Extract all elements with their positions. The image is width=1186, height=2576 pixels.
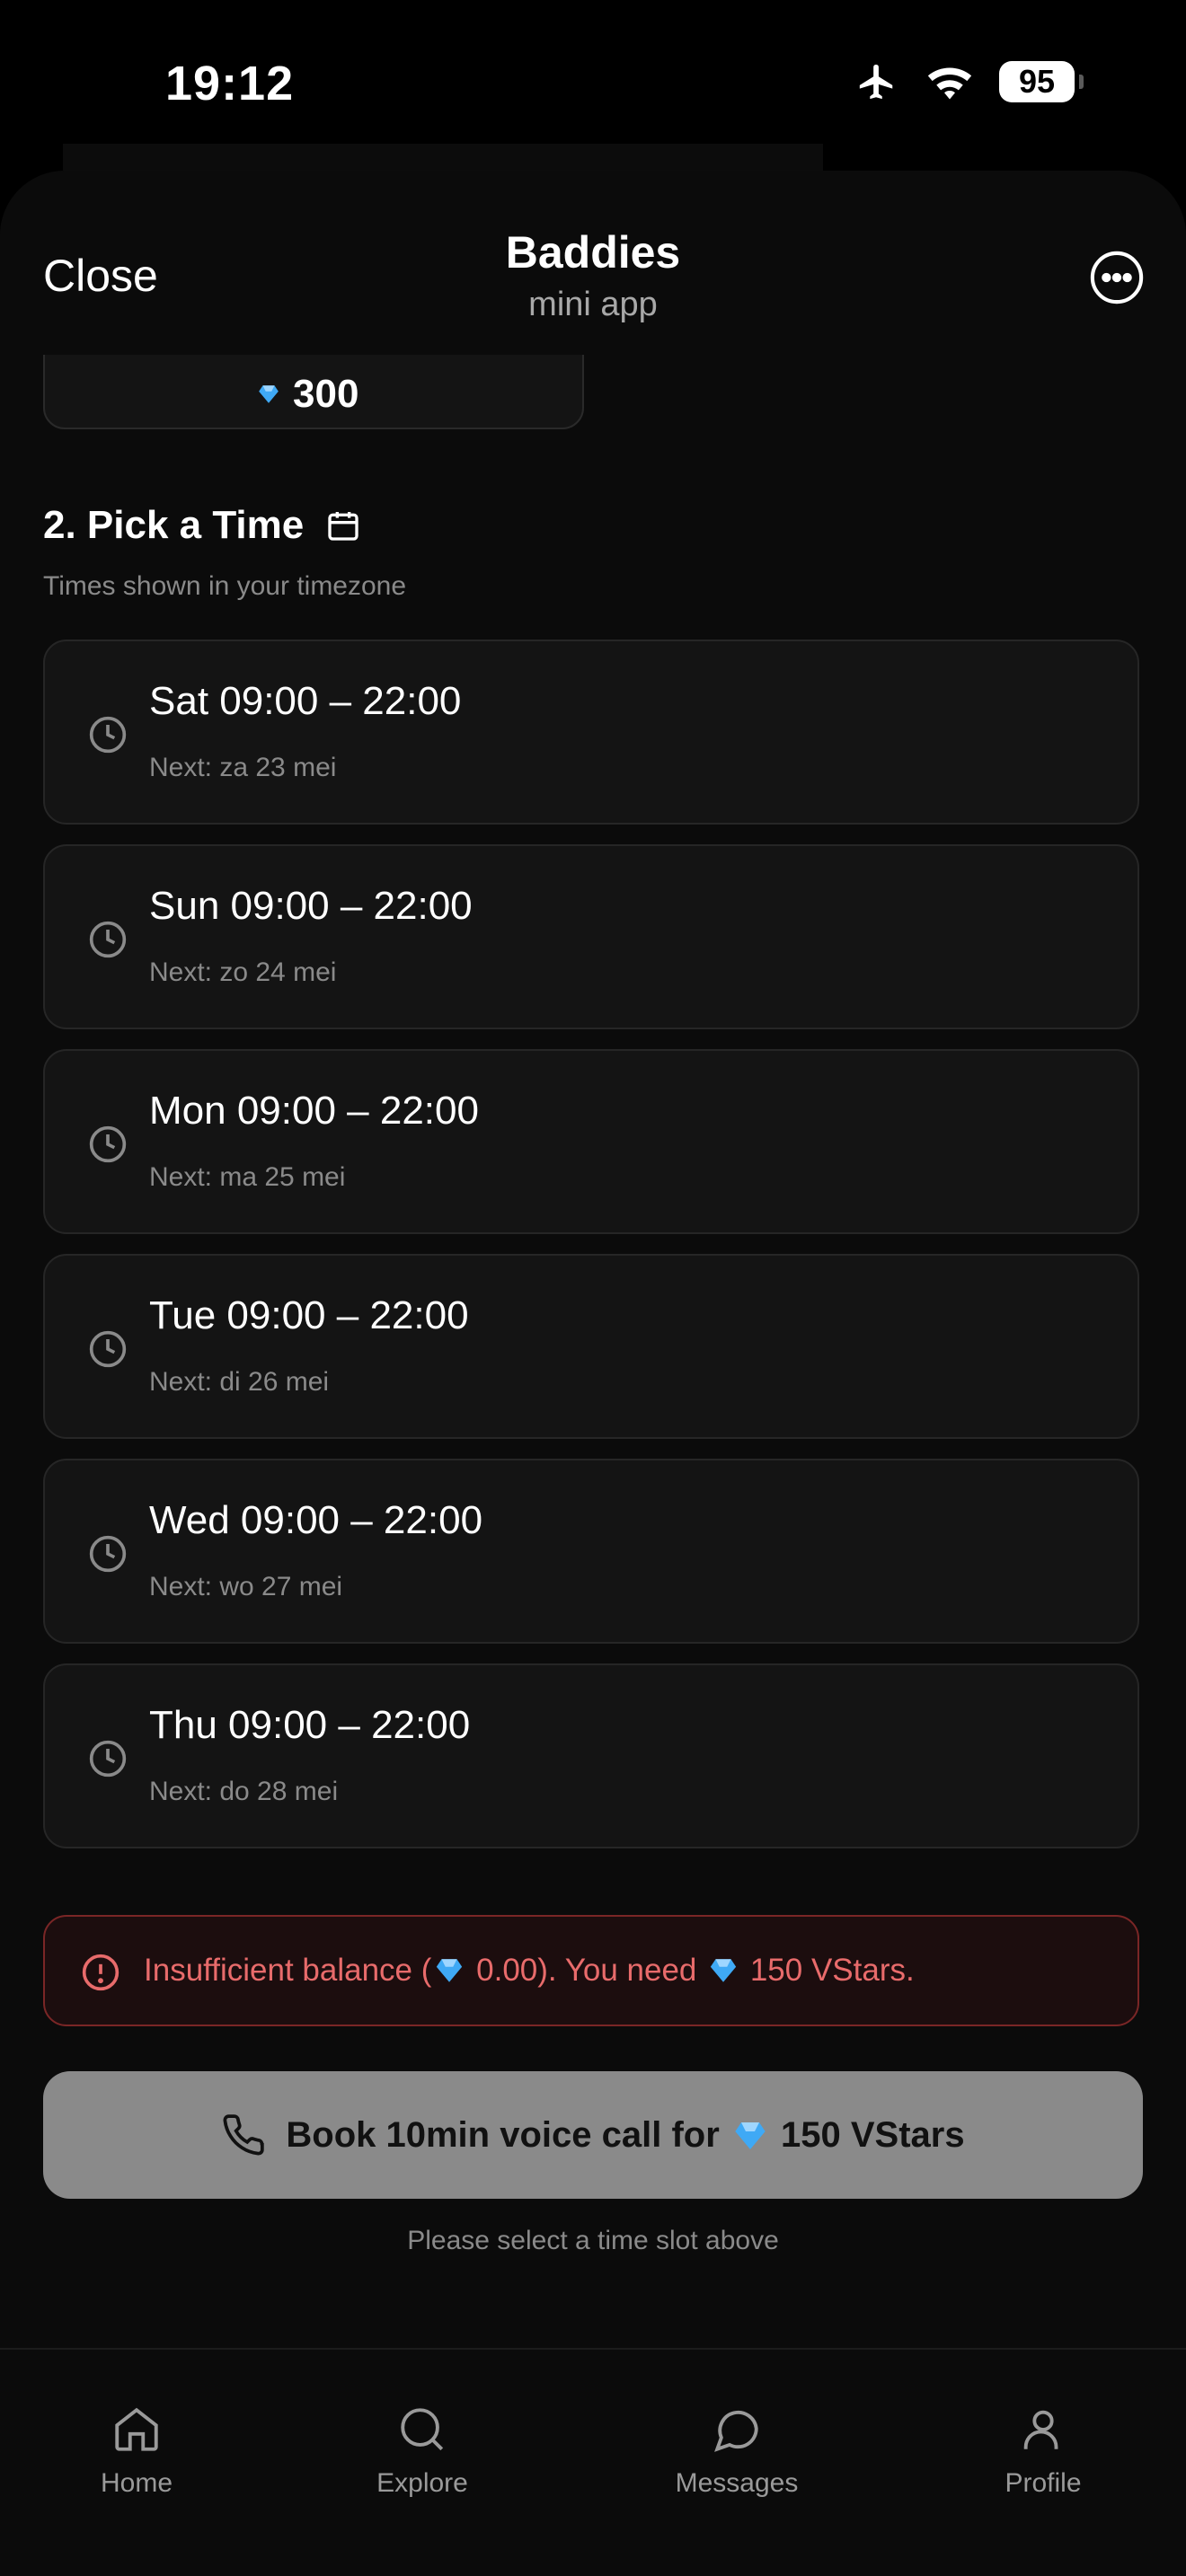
time-slot-card[interactable]: Tue 09:00 – 22:00 Next: di 26 mei xyxy=(43,1254,1139,1439)
app-title: Baddies xyxy=(505,227,681,278)
time-slot-label: Sun 09:00 – 22:00 xyxy=(149,884,473,928)
time-slot-next-date: Next: wo 27 mei xyxy=(149,1572,343,1601)
time-slot-card[interactable]: Sat 09:00 – 22:00 Next: za 23 mei xyxy=(43,640,1139,825)
clock-icon xyxy=(89,1535,127,1573)
alert-message: Insufficient balance ( 0.00). You need 1… xyxy=(144,1953,915,1989)
time-slot-label: Wed 09:00 – 22:00 xyxy=(149,1498,483,1542)
nav-messages[interactable]: Messages xyxy=(629,2404,845,2499)
time-slot-label: Mon 09:00 – 22:00 xyxy=(149,1089,479,1133)
alert-required: 150 VStars. xyxy=(749,1953,915,1988)
clock-icon xyxy=(89,1740,127,1778)
mini-app-sheet: 300 2. Pick a Time Times shown in your t… xyxy=(0,171,1186,2576)
alert-text-part1: Insufficient balance ( xyxy=(144,1953,432,1988)
title-block: Baddies mini app xyxy=(0,226,1186,324)
section-subtitle: Times shown in your timezone xyxy=(43,571,407,601)
battery-indicator: 95 xyxy=(999,61,1084,102)
calendar-icon xyxy=(328,512,358,541)
clock-icon xyxy=(89,1330,127,1368)
clock-icon xyxy=(89,716,127,754)
alert-text-part2: ). You need xyxy=(537,1953,697,1988)
gem-icon xyxy=(735,2122,766,2149)
book-button-prefix: Book 10min voice call for xyxy=(286,2114,720,2155)
price-value: 300 xyxy=(257,372,358,417)
mini-app-header: Close Baddies mini app xyxy=(0,171,1186,355)
time-slot-label: Thu 09:00 – 22:00 xyxy=(149,1703,471,1747)
scroll-content[interactable]: 300 2. Pick a Time Times shown in your t… xyxy=(0,171,1186,2344)
time-slot-next-date: Next: do 28 mei xyxy=(149,1777,339,1806)
gem-icon xyxy=(259,385,279,403)
alert-balance: 0.00 xyxy=(476,1953,538,1988)
status-time: 19:12 xyxy=(165,57,295,110)
select-slot-hint: Please select a time slot above xyxy=(407,2226,779,2255)
book-call-button[interactable]: Book 10min voice call for 150 VStars xyxy=(43,2071,1143,2199)
nav-explore[interactable]: Explore xyxy=(314,2404,530,2499)
alert-circle-icon xyxy=(82,1954,119,1991)
section-title-text: 2. Pick a Time xyxy=(43,503,305,547)
bottom-nav: Home Explore Messages Profile xyxy=(0,2348,1186,2576)
clock-icon xyxy=(89,1125,127,1163)
home-icon xyxy=(115,2407,158,2451)
price-amount: 300 xyxy=(293,372,359,416)
wifi-icon xyxy=(927,67,972,100)
search-icon xyxy=(401,2408,444,2451)
time-slot-label: Sat 09:00 – 22:00 xyxy=(149,679,462,723)
time-slot-card[interactable]: Wed 09:00 – 22:00 Next: wo 27 mei xyxy=(43,1459,1139,1644)
nav-explore-label: Explore xyxy=(376,2468,468,2498)
insufficient-balance-alert: Insufficient balance ( 0.00). You need 1… xyxy=(43,1915,1139,2026)
book-button-label: Book 10min voice call for 150 VStars xyxy=(286,2115,964,2156)
app-subtitle: mini app xyxy=(528,286,658,323)
gem-icon xyxy=(710,1959,737,1982)
book-button-amount: 150 VStars xyxy=(781,2114,965,2155)
user-icon xyxy=(1023,2410,1058,2449)
time-slot-next-date: Next: za 23 mei xyxy=(149,753,337,782)
time-slot-card[interactable]: Mon 09:00 – 22:00 Next: ma 25 mei xyxy=(43,1049,1139,1234)
gem-icon xyxy=(437,1959,463,1982)
nav-profile-label: Profile xyxy=(1005,2468,1082,2498)
nav-messages-label: Messages xyxy=(675,2468,799,2498)
clock-icon xyxy=(89,921,127,958)
status-icons: 95 xyxy=(854,61,1084,102)
time-slot-card[interactable]: Thu 09:00 – 22:00 Next: do 28 mei xyxy=(43,1663,1139,1848)
time-slot-label: Tue 09:00 – 22:00 xyxy=(149,1293,469,1337)
airplane-mode-icon xyxy=(859,64,893,100)
more-options-icon[interactable] xyxy=(1089,250,1145,305)
time-slot-next-date: Next: zo 24 mei xyxy=(149,957,337,987)
time-slot-next-date: Next: di 26 mei xyxy=(149,1367,330,1397)
nav-home-label: Home xyxy=(100,2468,173,2498)
nav-profile[interactable]: Profile xyxy=(935,2404,1151,2499)
nav-home[interactable]: Home xyxy=(29,2404,244,2499)
status-bar: 19:12 95 xyxy=(0,0,1186,153)
chat-bubble-icon xyxy=(714,2410,758,2452)
time-slot-next-date: Next: ma 25 mei xyxy=(149,1162,346,1192)
phone-icon xyxy=(223,2114,265,2156)
time-slot-card[interactable]: Sun 09:00 – 22:00 Next: zo 24 mei xyxy=(43,844,1139,1029)
section-title: 2. Pick a Time xyxy=(43,503,361,548)
